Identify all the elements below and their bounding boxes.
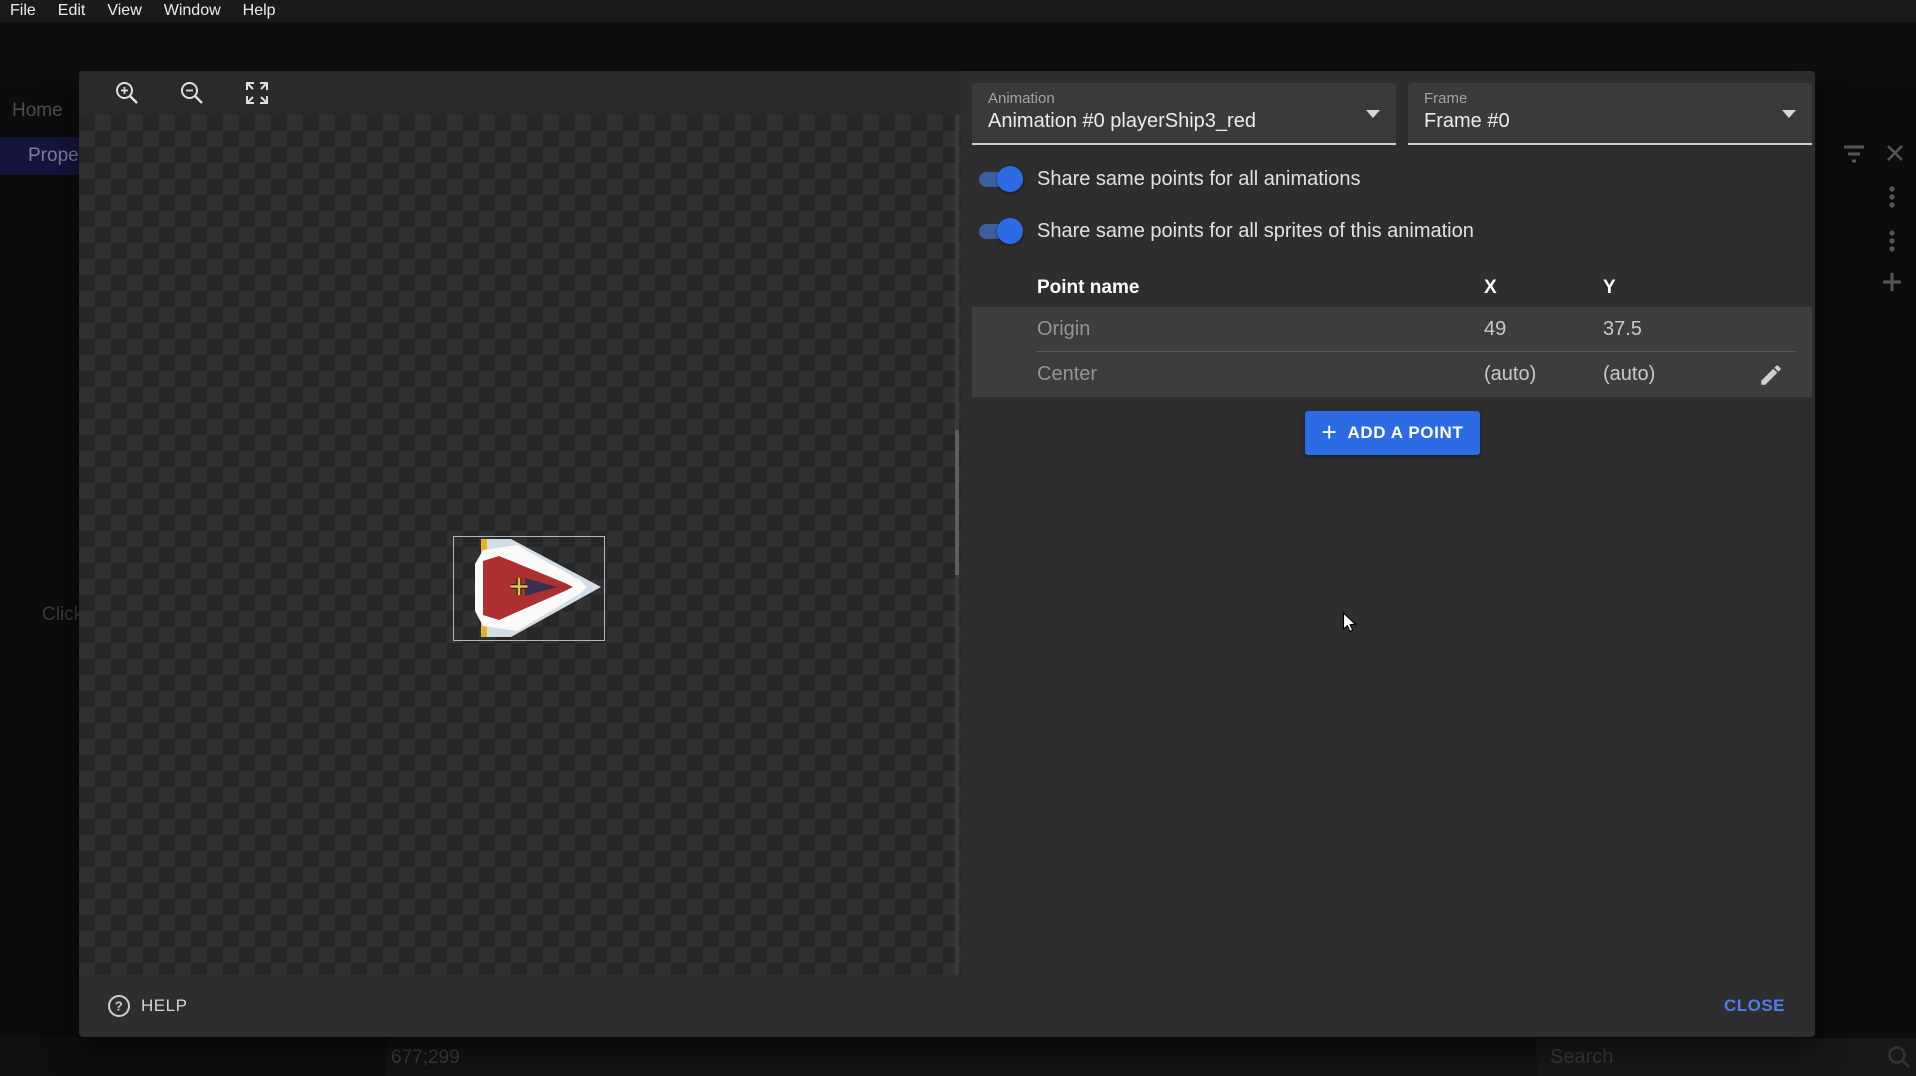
add-icon [1883, 273, 1901, 291]
svg-text:?: ? [115, 999, 123, 1014]
sprite-selection-box[interactable] [453, 536, 605, 641]
edit-points-dialog: Animation Animation #0 playerShip3_red F… [79, 71, 1815, 1037]
share-points-all-animations-toggle[interactable] [977, 170, 1023, 188]
pencil-icon [1758, 362, 1784, 388]
help-icon: ? [107, 994, 131, 1018]
canvas-toolbar [79, 71, 961, 115]
close-button[interactable]: CLOSE [1706, 986, 1803, 1026]
share-points-sprites-row: Share same points for all sprites of thi… [972, 216, 1474, 246]
tab-properties-label: Proper [28, 145, 85, 167]
search-bar [1537, 1038, 1916, 1076]
zoom-in-button[interactable] [113, 79, 141, 107]
menu-file[interactable]: File [10, 2, 36, 20]
point-name-header: Point name [1037, 277, 1484, 299]
help-label: HELP [141, 996, 187, 1016]
add-point-label: ADD A POINT [1347, 423, 1463, 443]
menu-help[interactable]: Help [243, 2, 276, 20]
share-points-all-sprites-toggle[interactable] [977, 222, 1023, 240]
zoom-out-button[interactable] [178, 79, 206, 107]
kebab-menu-icon-2 [1889, 230, 1894, 251]
fit-view-button[interactable] [243, 79, 271, 107]
edit-point-button[interactable] [1729, 362, 1812, 388]
menu-window[interactable]: Window [164, 2, 221, 20]
fit-view-icon [243, 79, 271, 107]
mouse-cursor [1342, 612, 1362, 634]
search-input [1537, 1045, 1852, 1070]
menu-bar: File Edit View Window Help [0, 0, 1916, 22]
sprite-preview [454, 537, 604, 640]
frame-select[interactable]: Frame Frame #0 [1408, 83, 1812, 145]
sprite-canvas[interactable] [79, 115, 961, 975]
zoom-out-icon [178, 79, 206, 107]
share-points-all-sprites-label: Share same points for all sprites of thi… [1037, 220, 1474, 243]
x-header: X [1484, 277, 1603, 299]
point-y-value[interactable]: (auto) [1603, 363, 1711, 386]
point-x-value[interactable]: (auto) [1484, 363, 1603, 386]
search-icon [1886, 1044, 1912, 1070]
point-name: Origin [1037, 318, 1484, 341]
point-name: Center [1037, 363, 1484, 386]
share-points-animations-row: Share same points for all animations [972, 164, 1361, 194]
properties-panel-icons [1840, 143, 1908, 303]
animation-select-label: Animation [988, 90, 1396, 107]
dialog-footer: ? HELP CLOSE [79, 975, 1815, 1037]
canvas-scrollbar-thumb[interactable] [955, 430, 959, 575]
point-row-center[interactable]: Center (auto) (auto) [972, 352, 1812, 397]
chevron-down-icon [1782, 110, 1796, 118]
share-points-all-animations-label: Share same points for all animations [1037, 168, 1361, 191]
help-button[interactable]: ? HELP [101, 993, 193, 1019]
zoom-in-icon [113, 79, 141, 107]
chevron-down-icon [1366, 110, 1380, 118]
animation-select[interactable]: Animation Animation #0 playerShip3_red [972, 83, 1396, 145]
toggle-thumb [997, 166, 1023, 192]
frame-select-label: Frame [1424, 90, 1812, 107]
animation-select-value: Animation #0 playerShip3_red [988, 110, 1396, 133]
menu-edit[interactable]: Edit [58, 2, 86, 20]
y-header: Y [1603, 277, 1711, 299]
menu-view[interactable]: View [107, 2, 141, 20]
toggle-thumb [997, 218, 1023, 244]
points-panel: Animation Animation #0 playerShip3_red F… [972, 71, 1812, 975]
status-left-segment [0, 1038, 386, 1076]
point-row-origin[interactable]: Origin 49 37.5 [972, 307, 1812, 352]
frame-select-value: Frame #0 [1424, 110, 1812, 133]
add-point-button[interactable]: + ADD A POINT [1305, 411, 1480, 455]
point-x-value[interactable]: 49 [1484, 318, 1603, 341]
app-window: File Edit View Window Help PREVIEW PUBLI… [0, 0, 1916, 1076]
cursor-coordinates: 677;299 [391, 1047, 460, 1069]
point-y-value[interactable]: 37.5 [1603, 318, 1711, 341]
tab-home: Home [12, 100, 63, 122]
filter-icon [1844, 147, 1864, 161]
background-hint-text: Click [42, 604, 83, 626]
kebab-menu-icon [1889, 186, 1894, 207]
close-panel-icon [1888, 146, 1902, 160]
points-table-header: Point name X Y [972, 268, 1812, 307]
